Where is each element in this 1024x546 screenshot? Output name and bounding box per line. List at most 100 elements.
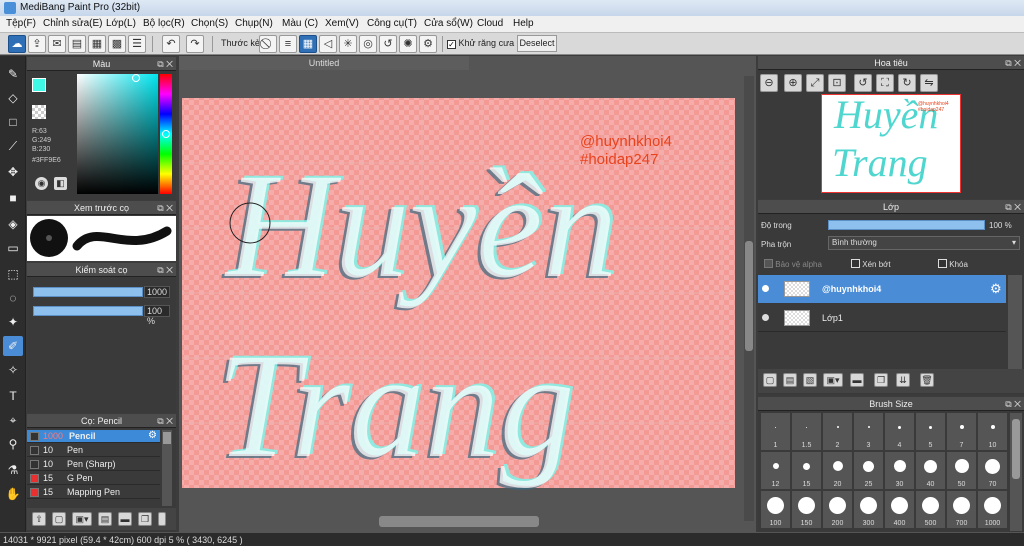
brush-item-pen-sharp[interactable]: 10 Pen (Sharp)	[27, 458, 160, 471]
lock-option[interactable]: Khóa	[938, 259, 968, 269]
canvas-vertical-scroll-thumb[interactable]	[745, 241, 753, 351]
hand-tool-icon[interactable]: ✋	[3, 484, 23, 504]
new-8bit-layer-icon[interactable]: ▧	[803, 373, 817, 387]
merge-layer-icon[interactable]: ⇊	[896, 373, 910, 387]
saturation-value-picker[interactable]	[77, 74, 158, 194]
redo-icon[interactable]: ↷	[186, 35, 204, 53]
layer-settings-gear-icon[interactable]: ⚙	[990, 281, 1002, 297]
brush-item-pencil[interactable]: 1000 Pencil ⚙	[27, 430, 160, 443]
brush-size-cell[interactable]: 500	[916, 491, 945, 528]
menu-file[interactable]: Tệp(F)	[6, 18, 36, 29]
brush-size-cell[interactable]: 5	[916, 413, 945, 450]
rotate-left-icon[interactable]: ↺	[854, 74, 872, 92]
bucket-tool-icon[interactable]: ◈	[3, 214, 23, 234]
panel-controls[interactable]: ⧉ ✕	[1005, 397, 1021, 411]
protect-alpha-checkbox[interactable]	[764, 259, 773, 268]
brush-opacity-value[interactable]: 100 %	[144, 305, 170, 326]
brush-size-cell[interactable]: 7	[947, 413, 976, 450]
document-tab[interactable]: Untitled	[179, 56, 469, 70]
line-tool-icon[interactable]: ⟋	[3, 136, 23, 156]
brush-size-slider[interactable]	[33, 287, 143, 297]
lasso-tool-icon[interactable]: ◌	[3, 288, 23, 308]
material-icon[interactable]: ▩	[108, 35, 126, 53]
brush-properties-icon[interactable]: ▤	[98, 512, 112, 526]
menu-tools[interactable]: Công cụ(T)	[367, 18, 417, 29]
move-tool-icon[interactable]: ✥	[3, 162, 23, 182]
perspective-ruler-icon[interactable]: ◁	[319, 35, 337, 53]
duplicate-layer-icon[interactable]: ❐	[874, 373, 888, 387]
canvas-horizontal-scroll-thumb[interactable]	[379, 516, 539, 527]
brush-size-cell[interactable]: 15	[792, 452, 821, 489]
panel-controls[interactable]: ⧉ ✕	[157, 201, 173, 215]
menu-color[interactable]: Màu (C)	[282, 18, 318, 29]
list-icon[interactable]: ☰	[128, 35, 146, 53]
color-history-icon[interactable]: ◧	[54, 177, 67, 190]
zoom-out-icon[interactable]: ⊖	[760, 74, 778, 92]
cloud-brush-icon[interactable]: ⇧	[32, 512, 46, 526]
add-layer-menu-icon[interactable]: ▣▾	[823, 373, 843, 387]
new-brush-icon[interactable]: ▢	[52, 512, 66, 526]
delete-layer-trash-icon[interactable]: 🗑	[920, 373, 934, 387]
magic-wand-tool-icon[interactable]: ✦	[3, 312, 23, 332]
brush-list-scroll-thumb[interactable]	[163, 432, 171, 444]
brush-size-cell[interactable]: 1000	[978, 491, 1007, 528]
gradient-tool-icon[interactable]: ▭	[3, 238, 23, 258]
layer-folder-icon[interactable]: ▬	[850, 373, 864, 387]
select-eraser-tool-icon[interactable]: ✧	[3, 360, 23, 380]
brush-size-cell[interactable]: 3	[854, 413, 883, 450]
brush-size-cell[interactable]: 300	[854, 491, 883, 528]
protect-alpha-option[interactable]: Bảo vệ alpha	[764, 259, 822, 269]
grid-ruler-icon[interactable]: ▦	[299, 35, 317, 53]
layer-doc-icon[interactable]: ▤	[68, 35, 86, 53]
transparent-color-swatch[interactable]	[32, 105, 46, 119]
layer-visibility-eye-icon[interactable]	[762, 314, 769, 321]
share-icon[interactable]: ⇪	[28, 35, 46, 53]
radial-ruler-icon[interactable]: ✳	[339, 35, 357, 53]
brush-size-cell[interactable]: 40	[916, 452, 945, 489]
foreground-color-swatch[interactable]	[32, 78, 46, 92]
add-brush-menu-icon[interactable]: ▣▾	[72, 512, 92, 526]
navigator-preview[interactable]: Huyền Trang @huynhkhoi4 #hoidap247	[821, 92, 961, 193]
brush-list-scrollbar[interactable]	[162, 430, 172, 506]
ruler-off-icon[interactable]: ⃠	[259, 35, 277, 53]
actual-size-icon[interactable]: ⊡	[828, 74, 846, 92]
brush-size-cell[interactable]: 200	[823, 491, 852, 528]
brush-folder-icon[interactable]: ▬	[118, 512, 132, 526]
brush-size-cell[interactable]: 400	[885, 491, 914, 528]
brush-size-cell[interactable]: 70	[978, 452, 1007, 489]
brush-size-cell[interactable]: 2	[823, 413, 852, 450]
color-picker-cursor[interactable]	[132, 74, 140, 82]
canvas-workspace[interactable]: Huyền Huyền Huyền Trang Trang Trang @huy…	[179, 70, 756, 532]
symmetry-ruler-icon[interactable]: ✺	[399, 35, 417, 53]
layer-visibility-eye-icon[interactable]	[762, 285, 769, 292]
panel-controls[interactable]: ⧉ ✕	[1005, 56, 1021, 70]
brush-size-scroll-thumb[interactable]	[1012, 419, 1020, 479]
brush-list-scroll-handle[interactable]	[158, 512, 166, 526]
fullscreen-icon[interactable]: ⛶	[876, 74, 894, 92]
brush-item-g-pen[interactable]: 15 G Pen	[27, 472, 160, 485]
brush-size-cell[interactable]: 1.5	[792, 413, 821, 450]
fill-rect-tool-icon[interactable]: ■	[3, 188, 23, 208]
new-halftone-layer-icon[interactable]: ▤	[783, 373, 797, 387]
flip-horizontal-icon[interactable]: ⇋	[920, 74, 938, 92]
menu-capture[interactable]: Chụp(N)	[235, 18, 273, 29]
deselect-button[interactable]: Deselect	[517, 35, 557, 52]
brush-size-cell[interactable]: 700	[947, 491, 976, 528]
zoom-in-icon[interactable]: ⊕	[784, 74, 802, 92]
panel-controls[interactable]: ⧉ ✕	[157, 57, 173, 71]
eyedropper-tool-icon[interactable]: ⚲	[3, 434, 23, 454]
comment-icon[interactable]: ✉	[48, 35, 66, 53]
brush-size-cell[interactable]: 1	[761, 413, 790, 450]
brush-settings-gear-icon[interactable]: ⚙	[148, 430, 157, 441]
brush-size-cell[interactable]: 12	[761, 452, 790, 489]
parallel-ruler-icon[interactable]: ≡	[279, 35, 297, 53]
brush-size-cell[interactable]: 10	[978, 413, 1007, 450]
eraser-tool-icon[interactable]: ◇	[3, 88, 23, 108]
undo-icon[interactable]: ↶	[162, 35, 180, 53]
brush-opacity-slider[interactable]	[33, 306, 143, 316]
fit-screen-icon[interactable]: ⤢	[806, 74, 824, 92]
panel-controls[interactable]: ⧉ ✕	[1005, 200, 1021, 214]
brush-size-cell[interactable]: 20	[823, 452, 852, 489]
blend-mode-select[interactable]: Bình thường ▾	[828, 236, 1020, 250]
brush-size-cell[interactable]: 25	[854, 452, 883, 489]
